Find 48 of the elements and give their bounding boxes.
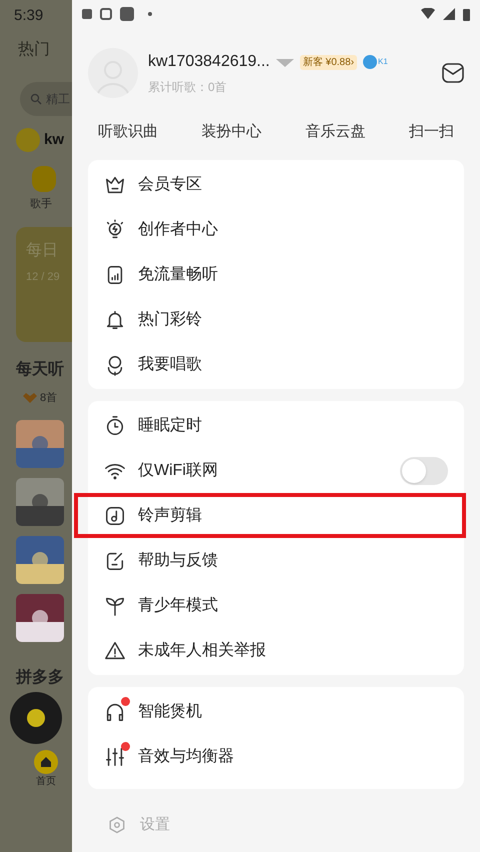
- menu-item[interactable]: 音效与均衡器: [138, 744, 234, 768]
- menu-item[interactable]: 铃声剪辑: [138, 504, 202, 528]
- menu-item[interactable]: 青少年模式: [138, 594, 218, 618]
- lightbulb-icon: [104, 218, 126, 240]
- menu-item[interactable]: 帮助与反馈: [138, 548, 218, 572]
- quick-link[interactable]: 音乐云盘: [305, 120, 366, 144]
- search-icon: [30, 93, 42, 105]
- username[interactable]: kw1703842619...: [148, 50, 270, 74]
- quick-link[interactable]: 扫一扫: [408, 120, 454, 144]
- diamond-icon: [276, 57, 294, 67]
- menu-item[interactable]: 睡眠定时: [138, 414, 202, 438]
- username: kw: [44, 130, 64, 150]
- menu-item[interactable]: 免流量畅听: [138, 262, 218, 286]
- section-title: 每天听: [15, 360, 65, 380]
- wifi-signal-icon: [421, 8, 435, 20]
- singer-icon: [32, 166, 56, 192]
- menu-item[interactable]: 热门彩铃: [138, 308, 202, 332]
- cell-signal-icon: [443, 8, 455, 20]
- menu-item[interactable]: 智能煲机: [138, 700, 202, 724]
- clock: 5:39: [13, 6, 44, 26]
- quick-link[interactable]: 装扮中心: [202, 120, 262, 144]
- listen-count: 累计听歌：0首: [148, 79, 228, 96]
- heart-icon: [22, 392, 38, 404]
- menu-item[interactable]: 我要唱歌: [138, 352, 202, 376]
- level-icon: [363, 55, 378, 69]
- notification-icon: [100, 8, 112, 20]
- menu-item[interactable]: 会员专区: [138, 172, 202, 196]
- notification-icon: [82, 9, 92, 19]
- warning-icon: [104, 640, 126, 662]
- menu-item[interactable]: 未成年人相关举报: [138, 638, 266, 662]
- section-title: 拼多多: [14, 668, 65, 688]
- menu-item[interactable]: 创作者中心: [138, 218, 218, 242]
- toggle-switch[interactable]: [400, 456, 448, 484]
- home-icon: [40, 756, 52, 768]
- settings-icon: [108, 816, 126, 834]
- avatar: [16, 128, 40, 152]
- music-note-icon: [104, 504, 126, 526]
- notification-icon: [120, 7, 134, 21]
- menu-item[interactable]: 仅WiFi联网: [138, 458, 218, 482]
- mail-icon[interactable]: [442, 63, 464, 83]
- quick-link[interactable]: 听歌识曲: [98, 120, 158, 144]
- battery-icon: [463, 8, 470, 20]
- bell-icon: [104, 308, 126, 330]
- level-label: K1: [378, 56, 388, 68]
- timer-icon: [104, 414, 126, 436]
- equalizer-icon: [104, 746, 126, 768]
- song-count: 8首: [40, 390, 58, 406]
- promo-badge[interactable]: 新客 ¥0.88›: [300, 54, 358, 70]
